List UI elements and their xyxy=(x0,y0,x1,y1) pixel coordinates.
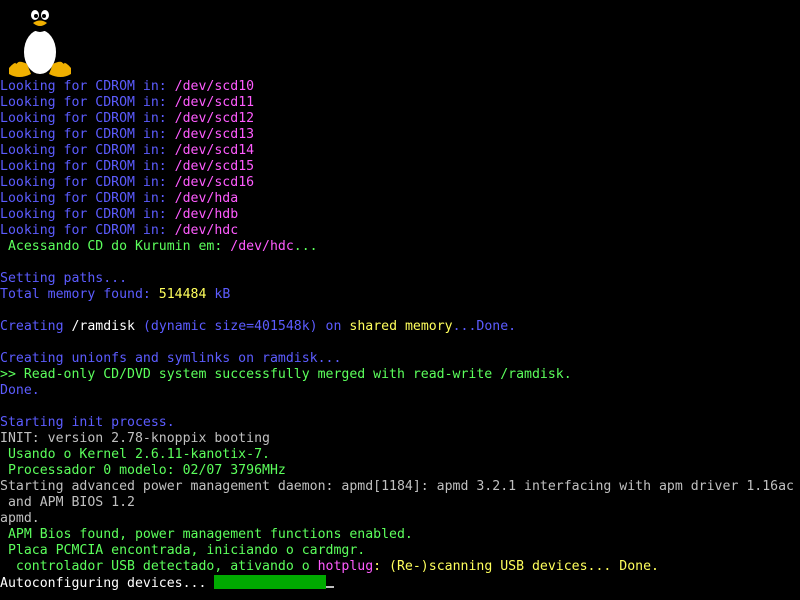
init-version-line: INIT: version 2.78-knoppix booting xyxy=(0,431,270,446)
kernel-line: Usando o Kernel 2.6.11-kanotix-7. xyxy=(0,447,270,462)
autoconfig-line: Autoconfiguring devices... xyxy=(0,575,800,591)
done-line: Done. xyxy=(0,383,40,398)
apmd-line: apmd. xyxy=(0,511,40,526)
boot-console-screen: Looking for CDROM in: /dev/scd10 Looking… xyxy=(0,0,800,600)
init-start-line: Starting init process. xyxy=(0,415,175,430)
tux-penguin-icon xyxy=(9,4,71,77)
unionfs-line: Creating unionfs and symlinks on ramdisk… xyxy=(0,351,342,366)
accessing-cd-line: Acessando CD do Kurumin em: /dev/hdc... xyxy=(0,239,318,254)
cdrom-line: Looking for CDROM in: /dev/hdb xyxy=(0,207,239,222)
progress-bar xyxy=(214,575,327,589)
cdrom-line: Looking for CDROM in: /dev/scd10 xyxy=(0,79,255,94)
cpu-line: Processador 0 modelo: 02/07 3796MHz xyxy=(0,463,286,478)
setting-paths-line: Setting paths... xyxy=(0,271,128,286)
merged-line: >> Read-only CD/DVD system successfully … xyxy=(0,367,572,382)
memory-line: Total memory found: 514484 kB xyxy=(0,287,231,302)
apm-found-line: APM Bios found, power management functio… xyxy=(0,527,413,542)
cdrom-line: Looking for CDROM in: /dev/scd12 xyxy=(0,111,255,126)
cdrom-line: Looking for CDROM in: /dev/scd13 xyxy=(0,127,255,142)
cdrom-line: Looking for CDROM in: /dev/hdc xyxy=(0,223,239,238)
cdrom-line: Looking for CDROM in: /dev/scd11 xyxy=(0,95,255,110)
usb-line: controlador USB detectado, ativando o ho… xyxy=(0,559,659,574)
cdrom-line: Looking for CDROM in: /dev/scd15 xyxy=(0,159,255,174)
cdrom-line: Looking for CDROM in: /dev/hda xyxy=(0,191,239,206)
ramdisk-line: Creating /ramdisk (dynamic size=401548k)… xyxy=(0,319,517,334)
pcmcia-line: Placa PCMCIA encontrada, iniciando o car… xyxy=(0,543,366,558)
apmd-line: and APM BIOS 1.2 xyxy=(0,495,135,510)
text-cursor xyxy=(326,586,335,588)
cdrom-line: Looking for CDROM in: /dev/scd14 xyxy=(0,143,255,158)
cdrom-line: Looking for CDROM in: /dev/scd16 xyxy=(0,175,255,190)
apmd-line: Starting advanced power management daemo… xyxy=(0,479,794,494)
console-output: Looking for CDROM in: /dev/scd10 Looking… xyxy=(0,79,800,591)
